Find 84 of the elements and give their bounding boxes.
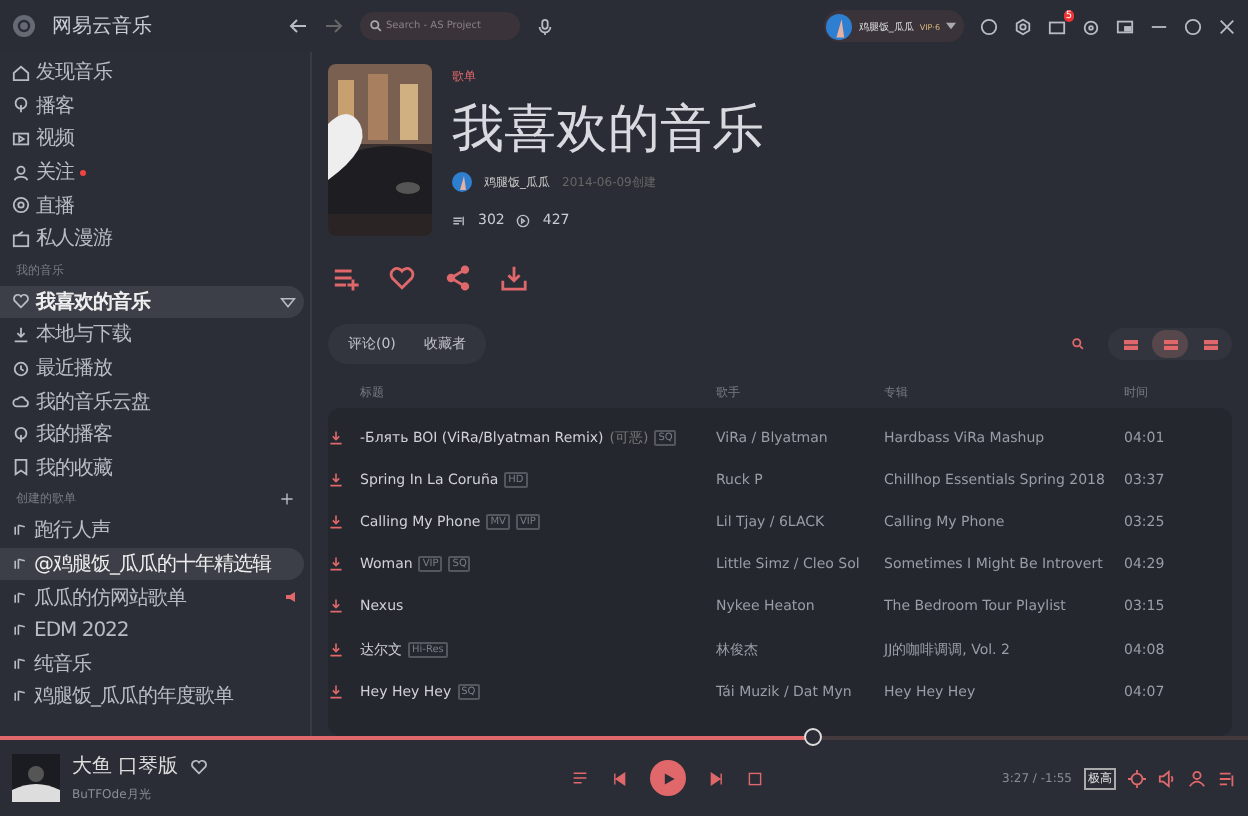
cloud-icon[interactable] [12,392,30,411]
listen-together-icon[interactable] [1188,769,1206,787]
playlist-item[interactable]: 跑行人声 [0,514,304,548]
podcast-icon[interactable] [12,96,30,115]
mini-player-icon[interactable] [1116,17,1134,35]
forward-icon[interactable] [324,16,344,36]
playlist-item[interactable]: 瓜瓜的仿网站歌单 [0,580,304,614]
download-icon[interactable] [500,264,528,292]
heart-icon[interactable] [388,264,416,292]
playlist-title: 我喜欢的音乐 [452,98,764,164]
caret-icon [946,22,956,30]
history-icon[interactable] [12,359,30,378]
mail-icon[interactable] [1048,17,1066,35]
playlist-icon[interactable] [12,556,28,573]
sidebar-item[interactable]: 我喜欢的音乐 [0,285,304,319]
download-icon[interactable] [328,513,344,530]
download-icon[interactable] [328,641,344,658]
playlist-icon[interactable] [12,655,28,672]
download-icon[interactable] [328,683,344,700]
sidebar-item[interactable]: 最近播放 [0,351,304,385]
heart-icon[interactable] [190,757,209,775]
add-to-playlist-icon[interactable] [332,264,360,292]
download-icon[interactable] [12,325,30,344]
user-icon[interactable] [12,163,30,182]
add-icon[interactable] [280,492,294,507]
radio-icon[interactable] [12,229,30,248]
playlist-icon[interactable] [12,589,28,606]
list-icon [1203,339,1217,349]
sidebar-item[interactable]: 播客 [0,89,304,123]
live-icon[interactable] [12,196,30,215]
download-icon[interactable] [328,556,344,573]
podcast-icon[interactable] [12,425,30,444]
maximize-icon[interactable] [1184,17,1202,35]
share-icon[interactable] [444,264,472,292]
playlist-item[interactable]: 鸡腿饭_瓜瓜的年度歌单 [0,680,304,714]
playlist-icon[interactable] [572,770,588,786]
sidebar-item[interactable]: 发现音乐 [0,56,304,90]
app-name: 网易云音乐 [52,13,154,40]
volume-icon[interactable] [1158,769,1176,787]
settings-icon[interactable] [1014,17,1032,35]
download-icon[interactable] [328,598,344,615]
avatar-icon [452,172,472,192]
sidebar-item[interactable]: 我的收藏 [0,451,304,485]
sidebar-item[interactable]: 直播 [0,188,304,222]
notification-dot [80,169,86,176]
sidebar-item[interactable]: 我的音乐云盘 [0,384,304,418]
search-icon [1072,338,1084,350]
playlist-item[interactable]: @鸡腿饭_瓜瓜的十年精选辑 [0,547,304,581]
speaker-icon [286,592,296,603]
playlist-item[interactable]: 纯音乐 [0,647,304,681]
download-icon[interactable] [328,471,344,488]
sidebar-item[interactable]: 关注 [0,155,304,189]
play-icon [661,771,675,785]
play-button[interactable] [650,760,686,796]
song-title: 大鱼 口琴版 [72,753,179,780]
close-icon[interactable] [1218,17,1236,35]
sidebar-item[interactable]: 本地与下载 [0,318,304,352]
heart-icon[interactable] [12,292,30,311]
download-icon[interactable] [328,429,344,446]
sidebar-item[interactable]: 私人漫游 [0,221,304,256]
list-icon [1123,339,1137,349]
search-icon [370,20,382,32]
list-icon [1163,339,1177,349]
play-count-icon[interactable] [516,213,531,227]
playlist-icon[interactable] [12,622,28,639]
bookmark-icon[interactable] [12,458,30,477]
target-icon[interactable] [1082,17,1100,35]
avatar-icon [826,13,853,39]
sidebar-item[interactable]: 视频 [0,122,304,156]
playlist-icon[interactable] [12,522,28,539]
list-view-button[interactable] [1152,330,1188,358]
track-count-icon[interactable] [452,213,466,227]
next-icon[interactable] [710,771,724,785]
logo-icon [12,14,36,38]
back-icon[interactable] [288,16,308,36]
sidebar-item[interactable]: 我的播客 [0,417,304,452]
home-icon[interactable] [12,63,30,82]
video-icon[interactable] [12,129,30,148]
previous-icon[interactable] [612,771,626,785]
playlist-icon[interactable] [12,688,28,705]
microphone-icon[interactable] [536,17,554,35]
playlist-item[interactable]: EDM 2022 [0,613,304,647]
queue-icon[interactable] [1218,769,1236,787]
sound-effect-icon[interactable] [1128,769,1146,787]
